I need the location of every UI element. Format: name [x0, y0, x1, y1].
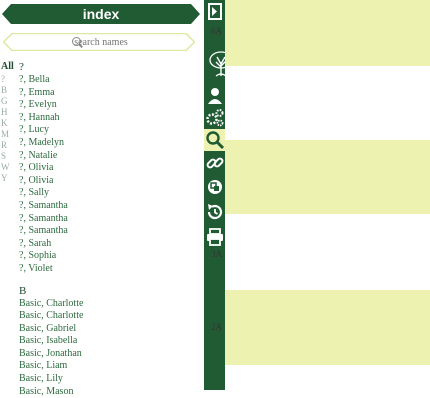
name-list-item[interactable]: Basic, Jonathan	[19, 348, 199, 361]
link-icon	[206, 157, 224, 169]
index-panel: index All?BGHKMRSWY ??, Bella?, Emma?, E…	[0, 0, 204, 397]
group-heading: ?	[19, 61, 24, 73]
name-list-item[interactable]: ?, Olivia	[19, 162, 199, 175]
letter-index-item[interactable]: K	[1, 118, 15, 129]
copy-icon	[208, 180, 222, 194]
name-list-item[interactable]: ?, Madelyn	[19, 137, 199, 150]
name-list-item[interactable]: ?, Hannah	[19, 112, 199, 125]
settings-button[interactable]	[204, 107, 226, 129]
name-list-item[interactable]: Basic, Mason	[19, 386, 199, 398]
exit-icon	[208, 3, 222, 20]
index-title: index	[82, 6, 120, 22]
name-list: ??, Bella?, Emma?, Evelyn?, Hannah?, Luc…	[19, 60, 199, 398]
letter-index-item[interactable]: M	[1, 129, 15, 140]
name-list-item[interactable]: ?, Sarah	[19, 238, 199, 251]
name-list-item[interactable]: ?, Violet	[19, 263, 199, 276]
letter-index: All? B G H K M R S W Y	[1, 61, 15, 184]
generation-label: 2A	[211, 322, 222, 332]
generation-band	[225, 290, 430, 365]
name-list-item[interactable]: Basic, Isabella	[19, 335, 199, 348]
letter-index-item[interactable]: R	[1, 140, 15, 151]
name-list-item[interactable]: Basic, Gabriel	[19, 323, 199, 336]
exit-button[interactable]	[204, 1, 226, 23]
name-list-item[interactable]: Basic, Charlotte	[19, 298, 199, 311]
person-button[interactable]	[204, 85, 226, 107]
copy-button[interactable]	[204, 176, 226, 198]
generation-band	[225, 365, 430, 390]
name-list-item[interactable]: ?, Bella	[19, 74, 199, 87]
search-input[interactable]	[21, 34, 181, 50]
generation-band	[225, 66, 430, 140]
name-list-item[interactable]: ?, Sophia	[19, 250, 199, 263]
print-button[interactable]	[204, 226, 226, 248]
generation-band	[225, 214, 430, 290]
generation-band	[225, 0, 430, 66]
name-list-item[interactable]: Basic, Liam	[19, 360, 199, 373]
group-heading: B	[19, 284, 27, 297]
name-list-item[interactable]: Basic, Charlotte	[19, 310, 199, 323]
name-list-item[interactable]: ?, Natalie	[19, 150, 199, 163]
gears-icon	[206, 109, 224, 127]
index-banner: index	[2, 4, 200, 24]
letter-index-item[interactable]: ?	[1, 74, 15, 85]
letter-index-item[interactable]: W	[1, 162, 15, 173]
history-button[interactable]	[204, 201, 226, 223]
letter-index-item[interactable]: H	[1, 107, 15, 118]
generation-band	[225, 140, 430, 214]
letter-index-item[interactable]: S	[1, 151, 15, 162]
link-button[interactable]	[204, 152, 226, 174]
search-button[interactable]	[204, 129, 226, 151]
generation-label: 6A	[211, 26, 222, 36]
letter-all[interactable]: All	[1, 61, 15, 72]
letter-index-item[interactable]: G	[1, 96, 15, 107]
name-list-item[interactable]: ?, Evelyn	[19, 99, 199, 112]
search-icon	[206, 131, 225, 150]
history-icon	[207, 204, 223, 220]
name-list-item[interactable]: ?, Lucy	[19, 124, 199, 137]
letter-index-item[interactable]: Y	[1, 173, 15, 184]
person-icon	[208, 88, 222, 104]
letter-index-item[interactable]: B	[1, 85, 15, 96]
search-box[interactable]	[3, 33, 195, 51]
name-list-item[interactable]: ?, Sally	[19, 187, 199, 200]
name-list-item[interactable]: ?, Samantha	[19, 213, 199, 226]
name-list-item[interactable]: Basic, Lily	[19, 373, 199, 386]
name-list-item[interactable]: ?, Samantha	[19, 225, 199, 238]
name-list-item[interactable]: ?, Emma	[19, 87, 199, 100]
print-icon	[207, 228, 223, 246]
name-list-item[interactable]: ?, Samantha	[19, 200, 199, 213]
generation-label: 3A	[211, 249, 222, 259]
name-list-item[interactable]: ?, Olivia	[19, 175, 199, 188]
chart-area: 6A 3A 2A	[211, 0, 430, 390]
